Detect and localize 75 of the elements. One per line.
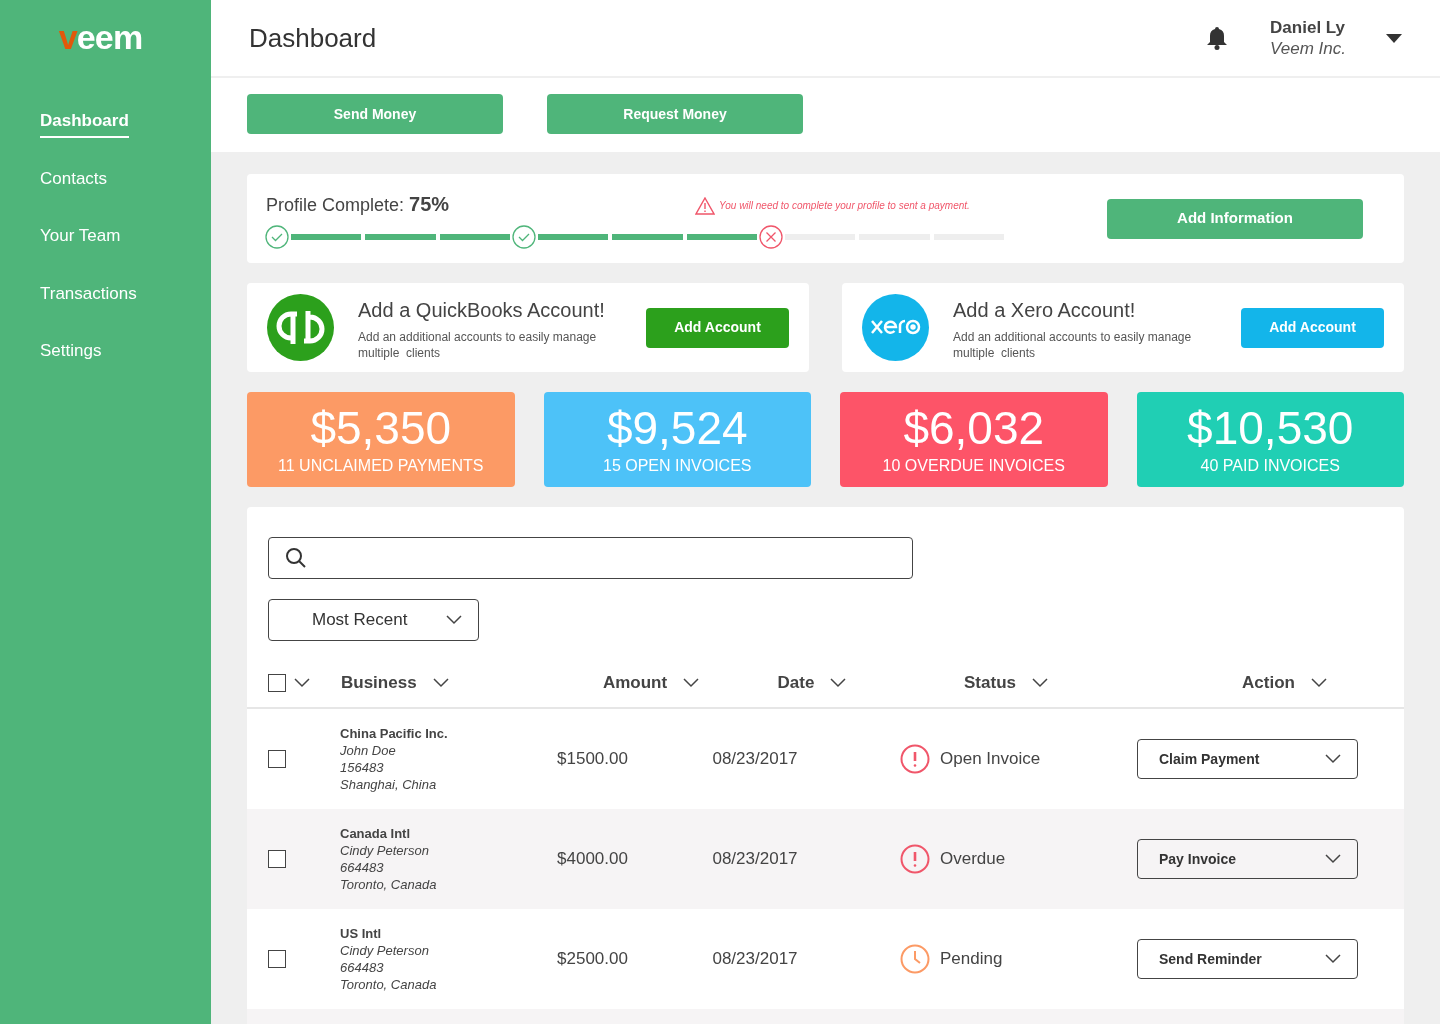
profile-complete-label: Profile Complete: 75% — [266, 191, 450, 217]
add-account-button[interactable]: Add Account — [646, 307, 789, 348]
date-cell-text: 08/23/2017 — [711, 948, 799, 971]
bell-icon[interactable] — [1206, 26, 1229, 50]
action-dropdown[interactable]: Claim Payment — [1137, 739, 1358, 779]
error-step-icon — [758, 224, 783, 249]
status-text: Overdue — [940, 848, 1006, 871]
stat-label: 11 UNCLAIMED PAYMENTS — [278, 455, 484, 476]
status-text: Open Invoice — [940, 748, 1041, 771]
clock-icon — [900, 944, 930, 974]
alert-icon — [900, 844, 930, 874]
check-step-icon — [265, 224, 289, 249]
search-field[interactable] — [268, 537, 913, 579]
contact-name: John Doe — [340, 742, 397, 759]
stat-amount: $10,530 — [1187, 401, 1354, 454]
column-header[interactable]: Business — [341, 670, 565, 696]
search-icon — [285, 547, 307, 569]
stat-label: 40 PAID INVOICES — [1200, 455, 1340, 476]
stat-amount: $6,032 — [903, 401, 1045, 454]
contact-name: Cindy Peterson — [340, 842, 430, 859]
add-account-button[interactable]: Add Account — [1241, 307, 1384, 348]
add-information-button[interactable]: Add Information — [1107, 198, 1363, 239]
row-checkbox[interactable] — [268, 850, 286, 868]
check-step-icon — [512, 224, 536, 249]
stat-amount: $9,524 — [606, 401, 748, 454]
column-header[interactable]: Amount — [565, 670, 737, 696]
business-id: 664483 — [340, 859, 385, 876]
sidebar-item[interactable]: Your Team — [40, 223, 121, 253]
warning-icon — [695, 196, 716, 215]
stat-amount: $5,350 — [310, 401, 452, 454]
business-name: China Pacific Inc. — [340, 725, 449, 742]
stat-label: 10 OVERDUE INVOICES — [882, 455, 1065, 476]
date-cell-text: 08/23/2017 — [711, 848, 799, 871]
business-id: 664483 — [340, 959, 385, 976]
action-button[interactable]: Send Money — [247, 94, 503, 134]
xero-logo-icon — [862, 294, 929, 361]
business-name: Canada Intl — [340, 825, 412, 842]
profile-warning: You will need to complete your profile to sent a payment. — [719, 198, 970, 213]
status-text: Pending — [940, 948, 1003, 971]
veem-logo: veem — [58, 20, 143, 54]
business-id: 156483 — [340, 759, 385, 776]
business-name: US Intl — [340, 925, 383, 942]
business-location: Shanghai, China — [340, 776, 438, 793]
date-cell-text: 08/23/2017 — [711, 748, 799, 771]
business-location: Toronto, Canada — [340, 976, 438, 993]
amount-cell-text: $4000.00 — [556, 848, 629, 871]
integration-title: Add a QuickBooks Account! — [358, 297, 606, 323]
select-all-checkbox[interactable] — [268, 674, 286, 692]
contact-name: Cindy Peterson — [340, 942, 430, 959]
dropdown-caret-icon[interactable] — [1386, 33, 1402, 43]
sidebar-item[interactable]: Settings — [40, 338, 102, 368]
action-button[interactable]: Request Money — [547, 94, 803, 134]
company-name: Veem Inc. — [1270, 38, 1346, 60]
page-title: Dashboard — [249, 21, 378, 55]
row-checkbox[interactable] — [268, 750, 286, 768]
integration-description: Add an additional accounts to easily manage multiple clients — [358, 328, 598, 361]
sort-dropdown[interactable]: Most Recent — [268, 599, 479, 641]
sidebar-item[interactable]: Contacts — [40, 165, 108, 195]
sidebar-item[interactable]: Transactions — [40, 280, 137, 310]
amount-cell-text: $2500.00 — [556, 948, 629, 971]
action-dropdown[interactable]: Pay Invoice — [1137, 839, 1358, 879]
user-name: Daniel Ly — [1270, 16, 1346, 38]
row-checkbox[interactable] — [268, 950, 286, 968]
column-header[interactable]: Date — [737, 670, 887, 696]
alert-icon — [900, 744, 930, 774]
sidebar-item[interactable]: Dashboard — [40, 108, 129, 138]
business-location: Toronto, Canada — [340, 876, 438, 893]
amount-cell-text: $1500.00 — [556, 748, 629, 771]
quickbooks-logo-icon — [267, 294, 334, 361]
column-header[interactable]: Status — [887, 670, 1125, 696]
integration-title: Add a Xero Account! — [953, 297, 1137, 323]
integration-description: Add an additional accounts to easily manage multiple clients — [953, 328, 1193, 361]
action-dropdown[interactable]: Send Reminder — [1137, 939, 1358, 979]
column-header[interactable]: Action — [1125, 670, 1404, 696]
stat-label: 15 OPEN INVOICES — [603, 455, 752, 476]
